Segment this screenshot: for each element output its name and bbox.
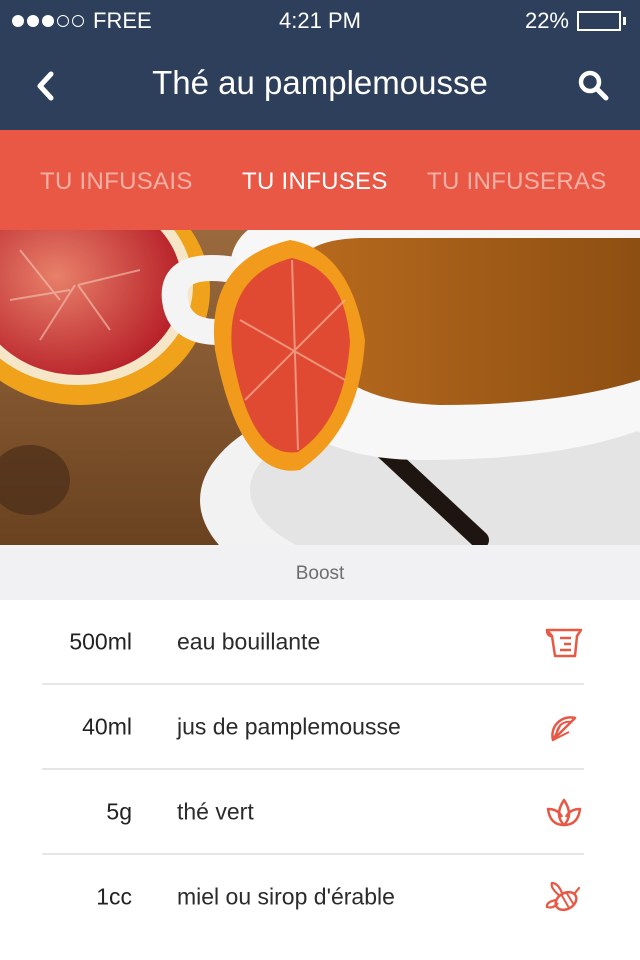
- ingredient-name: eau bouillante: [177, 628, 321, 655]
- tab-tu-infuseras[interactable]: TU INFUSERAS: [427, 168, 607, 196]
- ingredient-qty: 500ml: [69, 628, 132, 655]
- ingredient-list: 500ml eau bouillante 40ml jus de pamplem…: [0, 600, 640, 940]
- ingredient-name: miel ou sirop d'érable: [177, 883, 395, 910]
- citrus-slice-icon: [551, 716, 577, 742]
- tab-tu-infuses[interactable]: TU INFUSES: [242, 168, 388, 196]
- bee-icon: [545, 881, 581, 912]
- search-button[interactable]: [576, 68, 612, 104]
- battery-tip: [623, 17, 626, 25]
- ingredient-name: thé vert: [177, 798, 254, 825]
- tab-bar: TU INFUSAIS TU INFUSES TU INFUSERAS: [0, 130, 640, 230]
- recipe-photo: [0, 230, 640, 545]
- search-icon: [578, 70, 609, 101]
- ingredient-qty: 1cc: [96, 883, 132, 910]
- grapefruit-tea-image: [0, 230, 640, 545]
- leaf-icon: [546, 798, 582, 827]
- caption-text: Boost: [295, 563, 345, 584]
- tab-tu-infusais[interactable]: TU INFUSAIS: [40, 168, 193, 196]
- ingredient-row: 40ml jus de pamplemousse: [42, 685, 584, 770]
- battery: 22%: [525, 8, 626, 34]
- header: FREE 4:21 PM 22% Thé au pamplemousse: [0, 0, 640, 130]
- ingredient-name: jus de pamplemousse: [177, 713, 401, 740]
- recipe-screen: FREE 4:21 PM 22% Thé au pamplemousse TU …: [0, 0, 640, 960]
- ingredient-row: 5g thé vert: [42, 770, 584, 855]
- ingredient-qty: 5g: [106, 798, 132, 825]
- page-title: Thé au pamplemousse: [152, 64, 488, 101]
- ingredient-row: 1cc miel ou sirop d'érable: [42, 855, 584, 940]
- measuring-cup-icon: [545, 628, 583, 658]
- battery-icon: [577, 11, 621, 31]
- caption-band: Boost: [0, 545, 640, 600]
- nav-bar: Thé au pamplemousse: [0, 40, 640, 130]
- battery-percent: 22%: [524, 8, 569, 33]
- ingredient-qty: 40ml: [82, 713, 132, 740]
- status-bar: FREE 4:21 PM 22%: [0, 0, 640, 40]
- ingredient-row: 500ml eau bouillante: [42, 600, 584, 685]
